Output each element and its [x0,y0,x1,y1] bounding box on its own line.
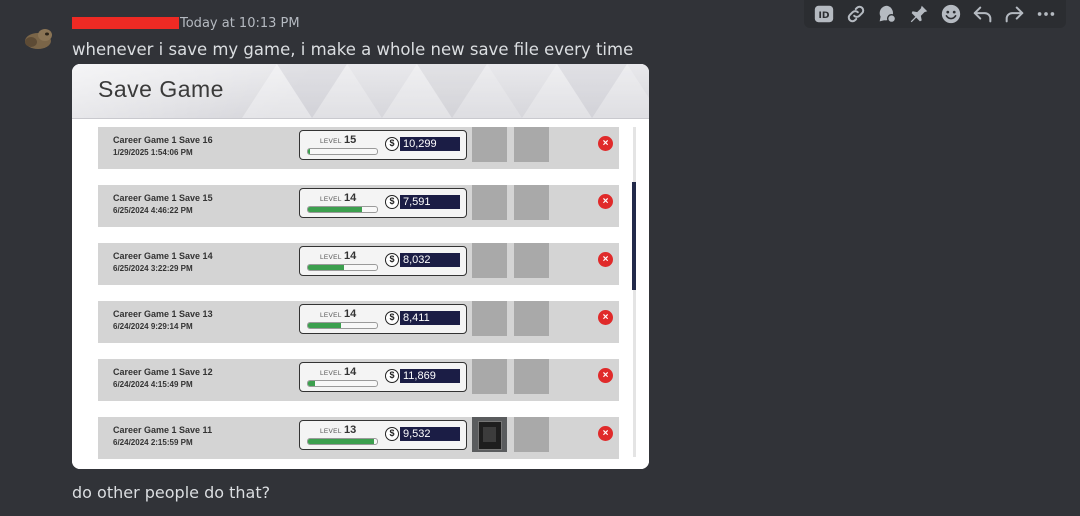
level-value: 14 [344,250,357,262]
save-slot-row[interactable]: Career Game 1 Save 12 6/24/2024 4:15:49 P… [98,359,619,401]
delete-save-button[interactable]: × [598,368,613,383]
reply-message-text: do other people do that? [72,483,271,502]
xp-progress-bar [307,206,378,213]
save-thumbnail [472,127,507,162]
delete-save-button[interactable]: × [598,136,613,151]
money-value: 7,591 [400,195,460,209]
save-thumbnail [472,301,507,336]
save-stats: LEVEL 14 $8,411 [299,304,467,334]
save-thumbnail [472,185,507,220]
level-label: LEVEL [320,312,342,319]
money-value: 9,532 [400,427,460,441]
save-date: 6/24/2024 9:29:14 PM [113,322,193,331]
coin-icon: $ [385,311,399,325]
coin-icon: $ [385,137,399,151]
save-stats: LEVEL 14 $7,591 [299,188,467,218]
level-value: 13 [344,424,357,436]
level-label: LEVEL [320,196,342,203]
save-thumbnail [514,301,549,336]
xp-progress-fill [308,323,342,328]
level-label: LEVEL [320,254,342,261]
message-text: whenever i save my game, i make a whole … [72,40,634,59]
save-stats: LEVEL 14 $11,869 [299,362,467,392]
message-timestamp: Today at 10:13 PM [180,16,300,31]
level-value: 14 [344,192,357,204]
level-label: LEVEL [320,138,342,145]
save-name: Career Game 1 Save 16 [113,135,213,145]
coin-icon: $ [385,195,399,209]
save-thumbnail [472,243,507,278]
delete-save-button[interactable]: × [598,194,613,209]
save-stats: LEVEL 14 $8,032 [299,246,467,276]
money-value: 10,299 [400,137,460,151]
emoji-icon[interactable] [939,2,963,26]
level-value: 15 [344,134,357,146]
save-date: 6/24/2024 2:15:59 PM [113,438,193,447]
reply-icon[interactable] [971,2,995,26]
save-name: Career Game 1 Save 13 [113,309,213,319]
save-thumbnail [514,185,549,220]
thumbnail-image [478,421,502,450]
more-icon[interactable] [1034,2,1058,26]
save-name: Career Game 1 Save 12 [113,367,213,377]
save-slot-row[interactable]: Career Game 1 Save 13 6/24/2024 9:29:14 P… [98,301,619,343]
save-stats: LEVEL 13 $9,532 [299,420,467,450]
save-name: Career Game 1 Save 15 [113,193,213,203]
save-name: Career Game 1 Save 14 [113,251,213,261]
id-icon[interactable]: ID [812,2,836,26]
save-slot-row[interactable]: Career Game 1 Save 15 6/25/2024 4:46:22 P… [98,185,619,227]
save-thumbnail [514,417,549,452]
id-icon-label: ID [818,10,829,21]
money-value: 8,411 [400,311,460,325]
link-icon[interactable] [844,2,868,26]
delete-save-button[interactable]: × [598,310,613,325]
delete-save-button[interactable]: × [598,426,613,441]
scrollbar-thumb[interactable] [632,182,636,290]
save-thumbnail [514,359,549,394]
delete-save-button[interactable]: × [598,252,613,267]
save-slot-row[interactable]: Career Game 1 Save 11 6/24/2024 2:15:59 P… [98,417,619,459]
xp-progress-bar [307,438,378,445]
forward-icon[interactable] [1002,2,1026,26]
save-slot-row[interactable]: Career Game 1 Save 16 1/29/2025 1:54:06 P… [98,127,619,169]
money-value: 8,032 [400,253,460,267]
save-game-header: Save Game [72,64,649,119]
save-date: 6/24/2024 4:15:49 PM [113,380,193,389]
xp-progress-bar [307,264,378,271]
save-date: 6/25/2024 3:22:29 PM [113,264,193,273]
xp-progress-fill [308,381,315,386]
level-label: LEVEL [320,428,342,435]
save-date: 1/29/2025 1:54:06 PM [113,148,193,157]
level-value: 14 [344,308,357,320]
username-redaction [72,17,179,29]
save-slot-row[interactable]: Career Game 1 Save 14 6/25/2024 3:22:29 P… [98,243,619,285]
xp-progress-fill [308,207,362,212]
level-value: 14 [344,366,357,378]
xp-progress-bar [307,322,378,329]
user-avatar[interactable] [22,22,54,54]
xp-progress-fill [308,439,375,444]
xp-progress-bar [307,148,378,155]
pin-icon[interactable] [907,2,931,26]
save-date: 6/25/2024 4:46:22 PM [113,206,193,215]
money-value: 11,869 [400,369,460,383]
save-name: Career Game 1 Save 11 [113,425,213,435]
attached-screenshot[interactable]: Save Game Career Game 1 Save 16 1/29/2025… [72,64,649,469]
xp-progress-fill [308,265,344,270]
save-thumbnail [514,127,549,162]
thread-icon[interactable] [875,2,899,26]
coin-icon: $ [385,427,399,441]
save-thumbnail [514,243,549,278]
message-toolbar: ID [804,0,1066,28]
scrollbar-track[interactable] [633,127,636,457]
coin-icon: $ [385,253,399,267]
save-thumbnail [472,359,507,394]
save-game-title: Save Game [98,76,224,102]
level-label: LEVEL [320,370,342,377]
xp-progress-fill [308,149,311,154]
xp-progress-bar [307,380,378,387]
save-stats: LEVEL 15 $10,299 [299,130,467,160]
save-thumbnail [472,417,507,452]
coin-icon: $ [385,369,399,383]
